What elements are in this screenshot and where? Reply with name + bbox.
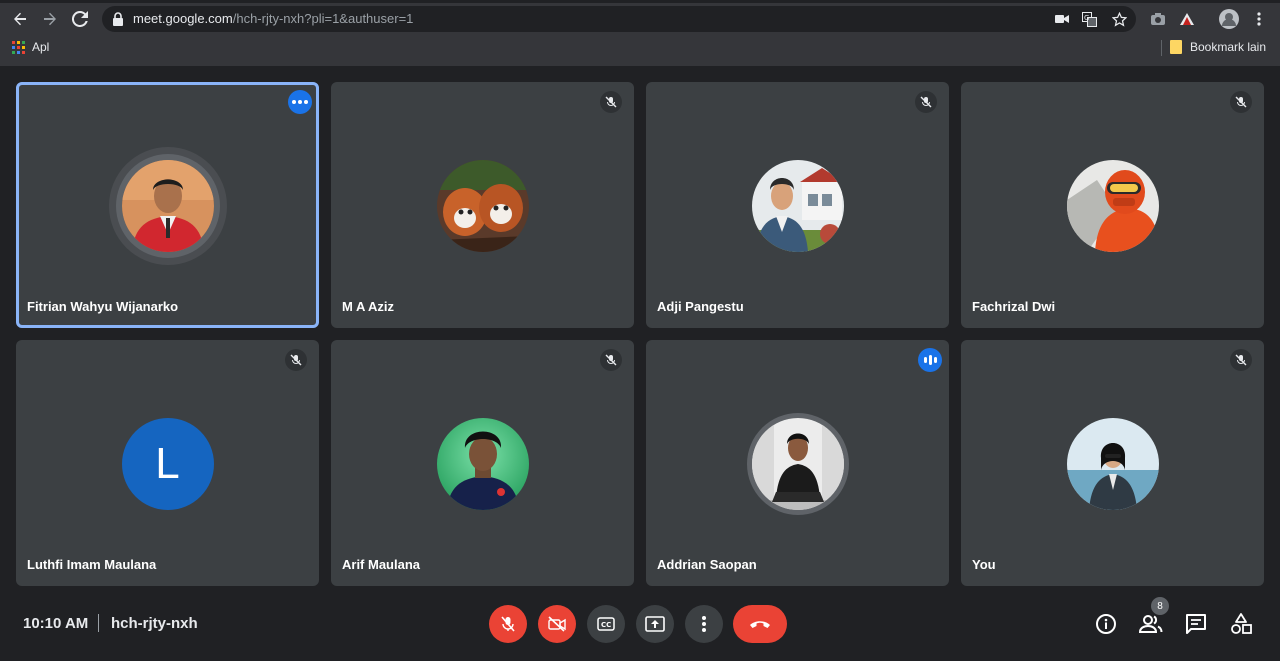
address-bar[interactable]: meet.google.com/hch-rjty-nxh?pli=1&authu… xyxy=(102,6,1136,32)
avatar xyxy=(1066,160,1159,252)
mic-off-icon xyxy=(915,91,937,113)
mic-off-icon xyxy=(285,349,307,371)
apps-grid-icon xyxy=(12,40,25,54)
avatar xyxy=(436,418,529,510)
forward-button[interactable] xyxy=(39,8,61,30)
participant-tile[interactable]: Arif Maulana xyxy=(331,340,634,586)
meeting-control-bar: 10:10 AM hch-rjty-nxh CC 8 xyxy=(0,595,1280,661)
url-host: meet.google.com xyxy=(133,11,233,26)
avatar xyxy=(121,160,214,252)
participant-count-badge: 8 xyxy=(1151,597,1169,615)
avatar xyxy=(751,418,844,510)
meeting-details-button[interactable] xyxy=(1093,611,1119,637)
participant-name: Fachrizal Dwi xyxy=(972,299,1056,314)
activities-icon xyxy=(1231,613,1252,634)
browser-menu-button[interactable] xyxy=(1248,8,1270,30)
mic-off-icon xyxy=(1230,349,1252,371)
letter-avatar: L xyxy=(121,418,214,510)
end-call-icon xyxy=(750,621,770,628)
present-screen-button[interactable] xyxy=(636,605,674,643)
reload-button[interactable] xyxy=(69,8,91,30)
participant-tile[interactable]: You xyxy=(961,340,1264,586)
bookmark-apps[interactable]: Apl xyxy=(12,40,49,54)
svg-text:CC: CC xyxy=(601,621,611,629)
toggle-camera-button[interactable] xyxy=(538,605,576,643)
participant-tile[interactable]: Fachrizal Dwi xyxy=(961,82,1264,328)
participant-name: M A Aziz xyxy=(342,299,394,314)
speaking-indicator-icon xyxy=(918,348,942,372)
meeting-time: 10:10 AM xyxy=(23,615,89,632)
participant-tile[interactable]: Adji Pangestu xyxy=(646,82,949,328)
time-code-divider xyxy=(98,614,99,632)
star-icon[interactable] xyxy=(1110,10,1128,28)
adblock-extension-icon[interactable] xyxy=(1176,8,1198,30)
captions-button[interactable]: CC xyxy=(587,605,625,643)
back-button[interactable] xyxy=(9,8,31,30)
chat-button[interactable] xyxy=(1183,611,1209,637)
participant-tile[interactable]: Fitrian Wahyu Wijanarko xyxy=(16,82,319,328)
participant-name: You xyxy=(972,557,996,572)
more-options-button[interactable] xyxy=(685,605,723,643)
other-bookmarks[interactable]: Bookmark lain xyxy=(1169,40,1266,54)
translate-icon[interactable]: G xyxy=(1080,10,1098,28)
participant-name: Addrian Saopan xyxy=(657,557,757,572)
apps-label: Apl xyxy=(32,40,50,54)
bookmark-divider xyxy=(1161,40,1162,56)
toggle-mic-button[interactable] xyxy=(489,605,527,643)
mic-off-icon xyxy=(600,91,622,113)
avatar xyxy=(436,160,529,252)
avatar-letter: L xyxy=(155,439,180,488)
participant-tile[interactable]: M A Aziz xyxy=(331,82,634,328)
arrow-left-icon xyxy=(14,12,26,26)
mic-off-icon xyxy=(501,616,515,632)
more-vert-icon xyxy=(1257,12,1261,26)
more-vert-icon xyxy=(702,616,706,632)
profile-avatar[interactable] xyxy=(1218,8,1240,30)
browser-toolbar: meet.google.com/hch-rjty-nxh?pli=1&authu… xyxy=(0,0,1280,66)
tab-strip-edge xyxy=(0,0,1280,3)
participant-name: Luthfi Imam Maulana xyxy=(27,557,157,572)
camera-in-use-icon[interactable] xyxy=(1053,10,1071,28)
participant-tile[interactable]: Addrian Saopan xyxy=(646,340,949,586)
participant-name: Fitrian Wahyu Wijanarko xyxy=(27,299,179,314)
participant-grid: Fitrian Wahyu Wijanarko M A Aziz Adji Pa… xyxy=(16,82,1265,586)
more-options-icon[interactable] xyxy=(288,90,312,114)
url-text[interactable]: meet.google.com/hch-rjty-nxh?pli=1&authu… xyxy=(133,11,413,26)
participant-name: Adji Pangestu xyxy=(657,299,744,314)
mic-off-icon xyxy=(1230,91,1252,113)
other-bookmarks-label: Bookmark lain xyxy=(1189,40,1266,54)
info-icon xyxy=(1096,614,1116,634)
activities-button[interactable] xyxy=(1228,611,1254,637)
avatar xyxy=(1066,418,1159,510)
url-path: /hch-rjty-nxh?pli=1&authuser=1 xyxy=(232,11,414,26)
meeting-code: hch-rjty-nxh xyxy=(111,615,198,632)
arrow-right-icon xyxy=(44,12,56,26)
mic-off-icon xyxy=(600,349,622,371)
screenshot-extension-icon[interactable] xyxy=(1147,8,1169,30)
reload-icon xyxy=(72,11,88,27)
present-icon xyxy=(645,616,665,632)
folder-icon xyxy=(1169,40,1182,54)
captions-icon: CC xyxy=(597,617,615,631)
avatar xyxy=(751,160,844,252)
chat-icon xyxy=(1186,614,1206,634)
leave-call-button[interactable] xyxy=(733,605,787,643)
camera-off-icon xyxy=(548,616,566,632)
people-icon xyxy=(1139,615,1163,633)
lock-icon xyxy=(113,12,123,26)
participant-name: Arif Maulana xyxy=(342,557,421,572)
participant-tile[interactable]: L Luthfi Imam Maulana xyxy=(16,340,319,586)
svg-text:G: G xyxy=(1084,14,1089,22)
